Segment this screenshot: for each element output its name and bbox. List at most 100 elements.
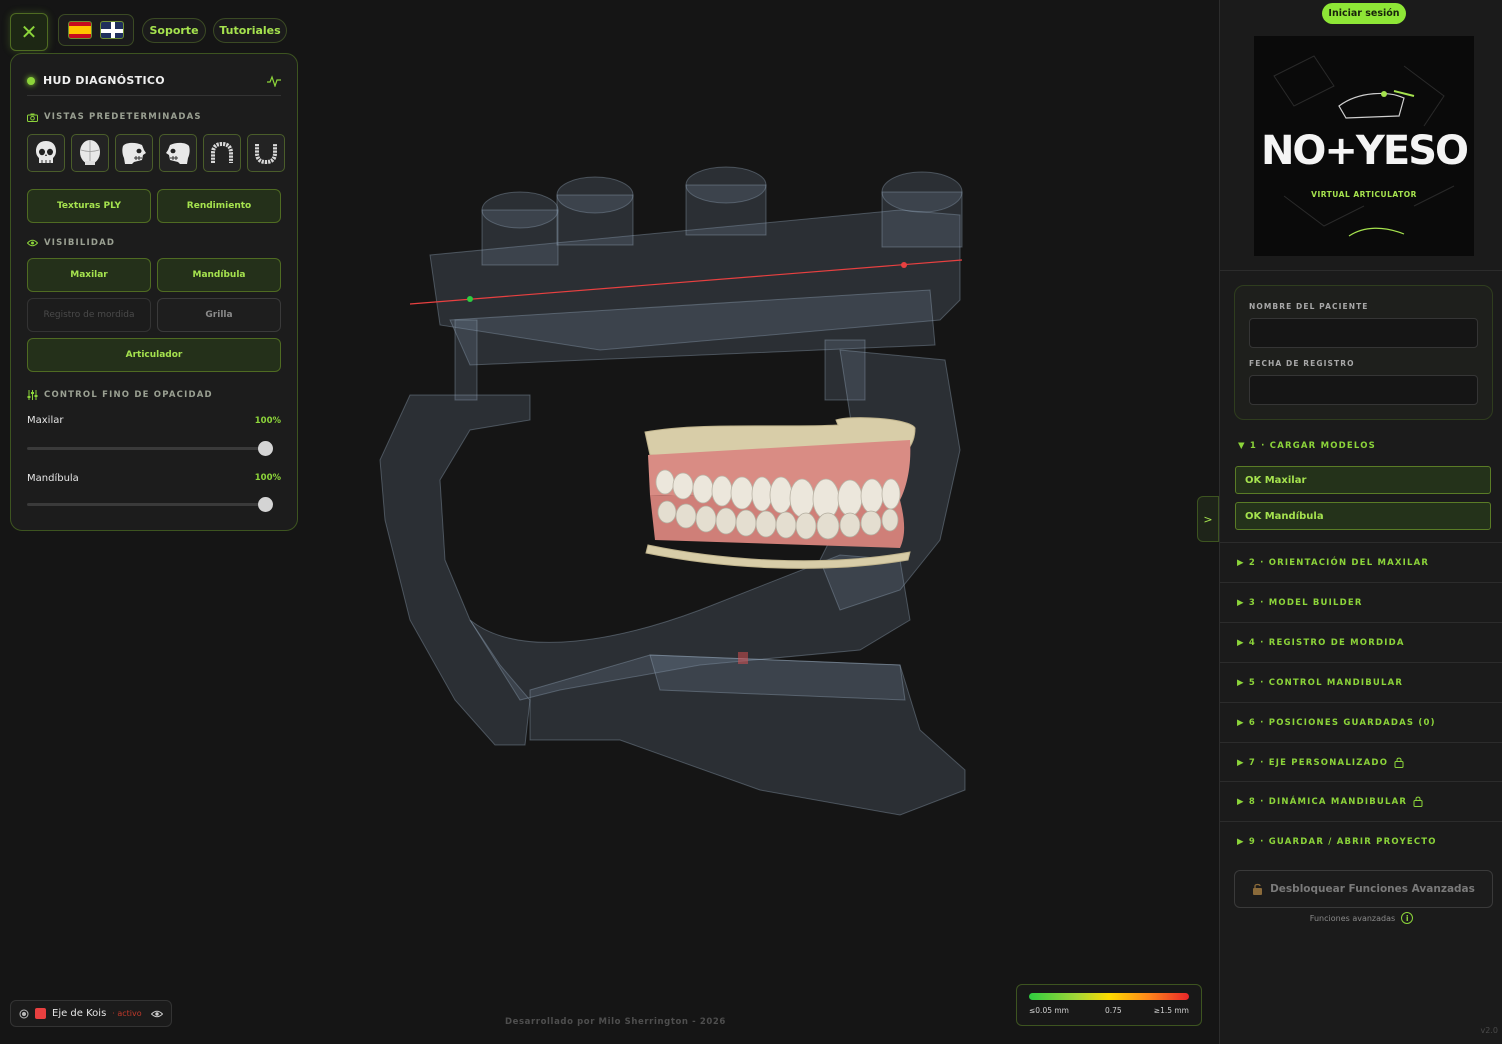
workflow-step-label: ▶ 3 · MODEL BUILDER [1237, 597, 1363, 608]
version-label: v2.0 [1480, 1026, 1498, 1035]
workflow-step[interactable]: ▶ 6 · POSICIONES GUARDADAS (0) [1220, 702, 1502, 742]
distance-color-legend: ≤0.05 mm 0.75 ≥1.5 mm [1016, 984, 1202, 1026]
pulse-icon [267, 74, 281, 87]
lower-arch-icon [255, 144, 277, 165]
divider [1220, 270, 1502, 271]
hud-title: HUD DIAGNÓSTICO [43, 74, 165, 87]
lock-icon [1394, 757, 1404, 768]
no-yeso-logo: NO+YESO VIRTUAL ARTICULATOR [1254, 36, 1474, 256]
info-icon[interactable]: i [1401, 912, 1414, 924]
opacity-section-label: CONTROL FINO DE OPACIDAD [27, 390, 213, 400]
advanced-features-text: Funciones avanzadas [1309, 913, 1396, 923]
registration-date-input[interactable] [1249, 375, 1478, 405]
ok-maxilar-button[interactable]: OK Maxilar [1235, 466, 1491, 494]
spanish-flag-icon[interactable] [67, 21, 92, 39]
unlock-advanced-button[interactable]: Desbloquear Funciones Avanzadas [1234, 870, 1493, 908]
legend-min-label: ≤0.05 mm [1029, 1006, 1069, 1015]
workflow-step[interactable]: ▶ 7 · EJE PERSONALIZADO [1220, 742, 1502, 782]
mandibula-slider-thumb[interactable] [258, 497, 273, 512]
step-load-models-header[interactable]: ▼ 1 · CARGAR MODELOS [1238, 441, 1376, 451]
skull-top-icon [80, 140, 100, 165]
workflow-step-label: ▶ 2 · ORIENTACIÓN DEL MAXILAR [1237, 557, 1430, 568]
legend-mid-label: 0.75 [1105, 1006, 1122, 1015]
axis-state: · activo [112, 1009, 142, 1018]
view-lower-arch-button[interactable] [247, 134, 285, 172]
patient-name-input[interactable] [1249, 318, 1478, 348]
workflow-step[interactable]: ▶ 4 · REGISTRO DE MORDIDA [1220, 622, 1502, 662]
articulator-3d-view[interactable] [300, 150, 1020, 840]
lock-icon [1413, 796, 1423, 807]
views-label-text: VISTAS PREDETERMINADAS [44, 112, 202, 122]
toggle-bite-record-button[interactable]: Registro de mordida [27, 298, 151, 332]
patient-info-card: NOMBRE DEL PACIENTE FECHA DE REGISTRO [1234, 285, 1493, 420]
workflow-step[interactable]: ▶ 5 · CONTROL MANDIBULAR [1220, 662, 1502, 702]
logo-sub-text: VIRTUAL ARTICULATOR [1311, 190, 1417, 199]
workflow-step-label: ▶ 5 · CONTROL MANDIBULAR [1237, 677, 1404, 688]
right-sidebar: Iniciar sesión NO+YESO VIRTUAL ARTICULAT… [1219, 0, 1502, 1044]
logo-main-text: NO+YESO [1261, 128, 1467, 174]
maxilar-opacity-label: Maxilar [27, 415, 64, 426]
developer-credit: Desarrollado por Milo Sherrington - 2026 [505, 1017, 726, 1027]
close-button[interactable]: ✕ [10, 13, 48, 51]
preset-views [27, 134, 285, 172]
diagnostic-hud-panel: HUD DIAGNÓSTICO VISTAS PREDETERMINADAS T… [10, 53, 298, 531]
workflow-step[interactable]: ▶ 3 · MODEL BUILDER [1220, 582, 1502, 622]
toggle-maxilar-button[interactable]: Maxilar [27, 258, 151, 292]
axis-point-left[interactable] [467, 296, 473, 302]
view-top-button[interactable] [71, 134, 109, 172]
axis-point-right[interactable] [901, 262, 907, 268]
dental-models[interactable] [644, 417, 916, 569]
view-upper-arch-button[interactable] [203, 134, 241, 172]
toggle-grid-button[interactable]: Grilla [157, 298, 281, 332]
workflow-step[interactable]: ▶ 9 · GUARDAR / ABRIR PROYECTO [1220, 821, 1502, 861]
view-front-button[interactable] [27, 134, 65, 172]
tutorials-button[interactable]: Tutoriales [213, 18, 287, 43]
views-section-label: VISTAS PREDETERMINADAS [27, 112, 202, 122]
axis-name: Eje de Kois [52, 1008, 107, 1019]
performance-button[interactable]: Rendimiento [157, 189, 281, 223]
mandibula-opacity-slider[interactable] [27, 497, 273, 512]
mandibula-opacity-label: Mandíbula [27, 473, 79, 484]
patient-name-label: NOMBRE DEL PACIENTE [1249, 302, 1369, 311]
ply-textures-button[interactable]: Texturas PLY [27, 189, 151, 223]
advanced-features-note: Funciones avanzadas i [1220, 912, 1502, 924]
axis-color-swatch [35, 1008, 46, 1019]
login-button[interactable]: Iniciar sesión [1322, 3, 1406, 24]
view-left-button[interactable] [159, 134, 197, 172]
maxilar-opacity-slider[interactable] [27, 441, 273, 456]
ok-mandibula-button[interactable]: OK Mandíbula [1235, 502, 1491, 530]
eye-toggle-icon[interactable] [151, 1010, 163, 1018]
language-selector [58, 14, 134, 46]
visibility-label-text: VISIBILIDAD [44, 238, 116, 248]
eye-icon [27, 239, 38, 247]
camera-icon [27, 113, 38, 122]
support-button[interactable]: Soporte [142, 18, 206, 43]
workflow-step[interactable]: ▶ 8 · DINÁMICA MANDIBULAR [1220, 781, 1502, 821]
sliders-icon [27, 390, 38, 400]
workflow-step-label: ▶ 6 · POSICIONES GUARDADAS (0) [1237, 717, 1436, 728]
opacity-label-text: CONTROL FINO DE OPACIDAD [44, 390, 213, 400]
maxilar-slider-thumb[interactable] [258, 441, 273, 456]
toggle-mandibula-button[interactable]: Mandíbula [157, 258, 281, 292]
workflow-step-label: ▶ 4 · REGISTRO DE MORDIDA [1237, 637, 1405, 648]
workflow-step-label: ▶ 9 · GUARDAR / ABRIR PROYECTO [1237, 836, 1437, 847]
english-flag-icon[interactable] [100, 21, 125, 39]
workflow-step-label: ▶ 8 · DINÁMICA MANDIBULAR [1237, 796, 1408, 807]
close-icon: ✕ [20, 20, 38, 44]
workflow-step[interactable]: ▶ 2 · ORIENTACIÓN DEL MAXILAR [1220, 542, 1502, 582]
skull-front-icon [36, 141, 56, 163]
mandibula-opacity-value: 100% [254, 473, 281, 483]
legend-gradient-bar [1029, 993, 1189, 1000]
maxilar-opacity-value: 100% [254, 416, 281, 426]
axis-indicator: Eje de Kois · activo [10, 1000, 172, 1027]
status-dot [27, 76, 35, 85]
workflow-step-label: ▶ 7 · EJE PERSONALIZADO [1237, 757, 1389, 768]
toggle-articulator-button[interactable]: Articulador [27, 338, 281, 372]
radio-icon[interactable] [19, 1009, 29, 1019]
registration-date-label: FECHA DE REGISTRO [1249, 359, 1355, 368]
unlock-icon [1253, 883, 1263, 895]
unlock-label: Desbloquear Funciones Avanzadas [1270, 883, 1475, 895]
sidebar-collapse-button[interactable]: > [1197, 496, 1219, 542]
skull-side-alt-icon [166, 142, 190, 164]
view-right-button[interactable] [115, 134, 153, 172]
